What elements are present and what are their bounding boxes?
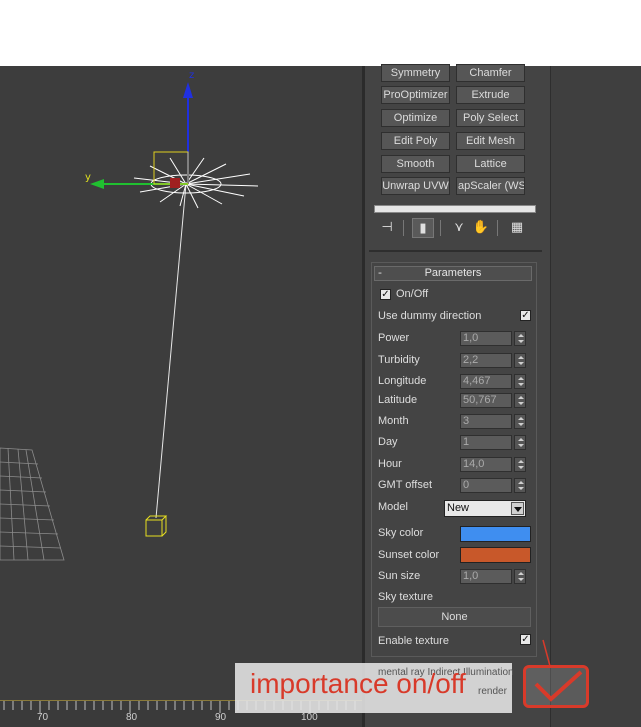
ruler-label-70: 70 xyxy=(37,712,49,723)
day-spinner-arrows[interactable] xyxy=(514,435,526,450)
month-spinner[interactable]: 3 xyxy=(460,414,512,429)
target-cube[interactable] xyxy=(145,515,168,537)
gizmo-center xyxy=(170,178,180,188)
day-spinner[interactable]: 1 xyxy=(460,435,512,450)
day-label: Day xyxy=(378,436,398,448)
hour-spinner[interactable]: 14,0 xyxy=(460,457,512,472)
modifier-button-smooth[interactable]: Smooth xyxy=(381,155,450,173)
sun-target-line xyxy=(155,183,187,519)
modifier-button-edit-mesh[interactable]: Edit Mesh xyxy=(456,132,525,150)
checkmark-icon xyxy=(534,670,583,702)
modifier-button-prooptimizer[interactable]: ProOptimizer xyxy=(381,86,450,104)
z-axis-label: z xyxy=(189,70,195,81)
use-dummy-direction-checkbox[interactable]: ✓ xyxy=(520,310,531,321)
z-axis-arrow xyxy=(183,82,193,98)
annotation-arrow xyxy=(542,639,551,667)
model-dropdown[interactable]: New xyxy=(444,500,526,517)
sunset-color-swatch[interactable] xyxy=(460,547,531,563)
model-label: Model xyxy=(378,501,408,513)
modifier-button-optimize[interactable]: Optimize xyxy=(381,109,450,127)
gmt-offset-spinner-arrows[interactable] xyxy=(514,478,526,493)
modifier-list-scrollbar[interactable] xyxy=(374,205,536,213)
panel-separator xyxy=(369,250,542,252)
on-off-checkbox[interactable]: ✓ xyxy=(380,289,391,300)
modifier-button-mapscaler[interactable]: apScaler (WSM xyxy=(456,177,525,195)
configure-sets-icon[interactable]: ▦ xyxy=(506,218,528,238)
power-spinner[interactable]: 1,0 xyxy=(460,331,512,346)
chevron-down-icon[interactable] xyxy=(511,502,524,515)
month-spinner-arrows[interactable] xyxy=(514,414,526,429)
toolbar-separator xyxy=(440,220,441,236)
sunset-color-label: Sunset color xyxy=(378,549,440,561)
hour-spinner-arrows[interactable] xyxy=(514,457,526,472)
use-dummy-direction-label: Use dummy direction xyxy=(378,310,482,322)
enable-texture-label: Enable texture xyxy=(378,635,449,647)
3d-viewport[interactable]: z y xyxy=(0,66,362,727)
latitude-spinner[interactable]: 50,767 xyxy=(460,393,512,408)
month-label: Month xyxy=(378,415,409,427)
sky-texture-label: Sky texture xyxy=(378,591,434,603)
latitude-spinner-arrows[interactable] xyxy=(514,393,526,408)
model-dropdown-value: New xyxy=(447,502,470,514)
annotation-checkmark-box xyxy=(523,665,589,708)
gmt-offset-spinner[interactable]: 0 xyxy=(460,478,512,493)
ruler-label-100: 100 xyxy=(301,712,318,723)
modifier-button-edit-poly[interactable]: Edit Poly xyxy=(381,132,450,150)
longitude-label: Longitude xyxy=(378,375,427,387)
latitude-label: Latitude xyxy=(378,394,418,406)
ruler-label-80: 80 xyxy=(126,712,138,723)
longitude-spinner[interactable]: 4,467 xyxy=(460,374,512,389)
longitude-spinner-arrows[interactable] xyxy=(514,374,526,389)
top-blank-area xyxy=(0,0,641,66)
ground-grid xyxy=(0,447,65,561)
toolbar-separator xyxy=(403,220,404,236)
enable-texture-checkbox[interactable]: ✓ xyxy=(520,634,531,645)
modifier-button-extrude[interactable]: Extrude xyxy=(456,86,525,104)
sky-color-swatch[interactable] xyxy=(460,526,531,542)
panel-right-area xyxy=(550,66,641,727)
rollout-collapse-toggle[interactable]: - xyxy=(378,266,382,279)
parameters-rollout-header[interactable]: Parameters xyxy=(374,266,532,281)
pin-stack-icon[interactable]: ⊣ xyxy=(376,218,398,238)
sky-color-label: Sky color xyxy=(378,527,424,539)
y-axis-arrow xyxy=(90,179,104,189)
remove-modifier-icon[interactable]: ✋ xyxy=(470,218,492,238)
modifier-button-chamfer[interactable]: Chamfer xyxy=(456,64,525,82)
turbidity-spinner-arrows[interactable] xyxy=(514,353,526,368)
sun-size-label: Sun size xyxy=(378,570,421,582)
power-label: Power xyxy=(378,332,410,344)
modifier-button-symmetry[interactable]: Symmetry xyxy=(381,64,450,82)
make-unique-icon[interactable]: ⋎ xyxy=(448,218,470,238)
sun-size-spinner-arrows[interactable] xyxy=(514,569,526,584)
modifier-button-unwrap-uvw[interactable]: Unwrap UVW xyxy=(381,177,450,195)
modifier-button-poly-select[interactable]: Poly Select xyxy=(456,109,525,127)
hour-label: Hour xyxy=(378,458,402,470)
modifier-button-lattice[interactable]: Lattice xyxy=(456,155,525,173)
ruler-label-90: 90 xyxy=(215,712,227,723)
power-spinner-arrows[interactable] xyxy=(514,331,526,346)
y-axis-label: y xyxy=(85,172,91,183)
sun-size-spinner[interactable]: 1,0 xyxy=(460,569,512,584)
turbidity-spinner[interactable]: 2,2 xyxy=(460,353,512,368)
turbidity-label: Turbidity xyxy=(378,354,420,366)
show-end-result-icon[interactable]: ▮ xyxy=(412,218,434,238)
viewport-scene xyxy=(0,82,259,561)
render-label: render xyxy=(478,686,507,697)
gmt-offset-label: GMT offset xyxy=(378,479,433,491)
on-off-label: On/Off xyxy=(396,288,429,300)
toolbar-separator xyxy=(497,220,498,236)
sky-texture-map-button[interactable]: None xyxy=(378,607,531,627)
annotation-text: importance on/off xyxy=(250,668,466,699)
